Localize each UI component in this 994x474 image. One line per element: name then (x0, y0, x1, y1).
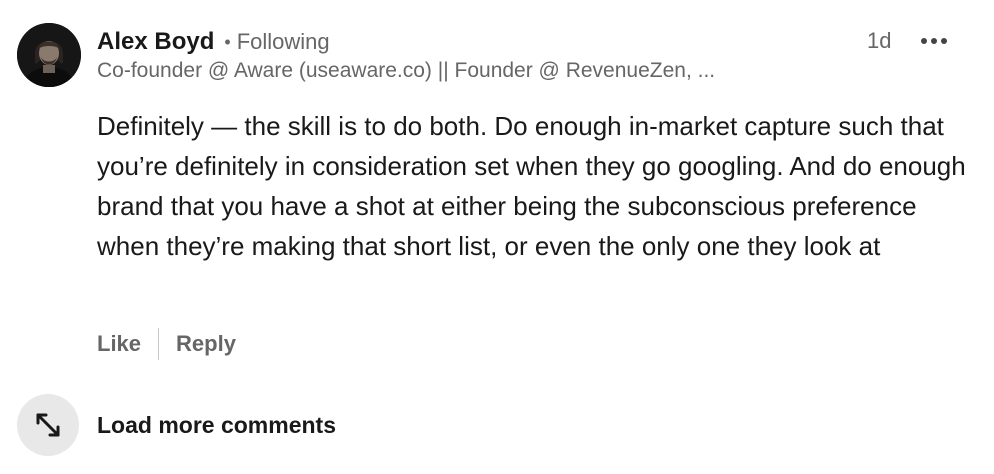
header-separator: • (224, 31, 231, 52)
follow-status: Following (236, 29, 330, 54)
action-divider (158, 328, 160, 360)
author-name[interactable]: Alex Boyd (97, 28, 214, 56)
more-options-button[interactable] (914, 26, 954, 56)
comment-body: Definitely — the skill is to do both. Do… (97, 106, 977, 266)
more-horizontal-icon (921, 38, 947, 44)
like-button[interactable]: Like (97, 331, 141, 357)
comment-timestamp: 1d (867, 28, 892, 53)
avatar-photo-icon (17, 23, 81, 87)
author-headline: Co-founder @ Aware (useaware.co) || Foun… (97, 59, 716, 82)
load-more-comments-button[interactable]: Load more comments (17, 393, 336, 457)
expand-arrows-icon (36, 413, 60, 437)
load-more-icon-wrap (17, 394, 79, 456)
load-more-label: Load more comments (97, 411, 336, 438)
comment-header: Alex Boyd • Following (97, 26, 330, 58)
comment-text: Definitely — the skill is to do both. Do… (97, 111, 966, 261)
comment-actions: Like Reply (97, 327, 236, 361)
reply-button[interactable]: Reply (176, 331, 236, 357)
comment-item: Alex Boyd • Following 1d Co-founder @ Aw… (0, 0, 994, 380)
author-avatar[interactable] (17, 23, 81, 87)
